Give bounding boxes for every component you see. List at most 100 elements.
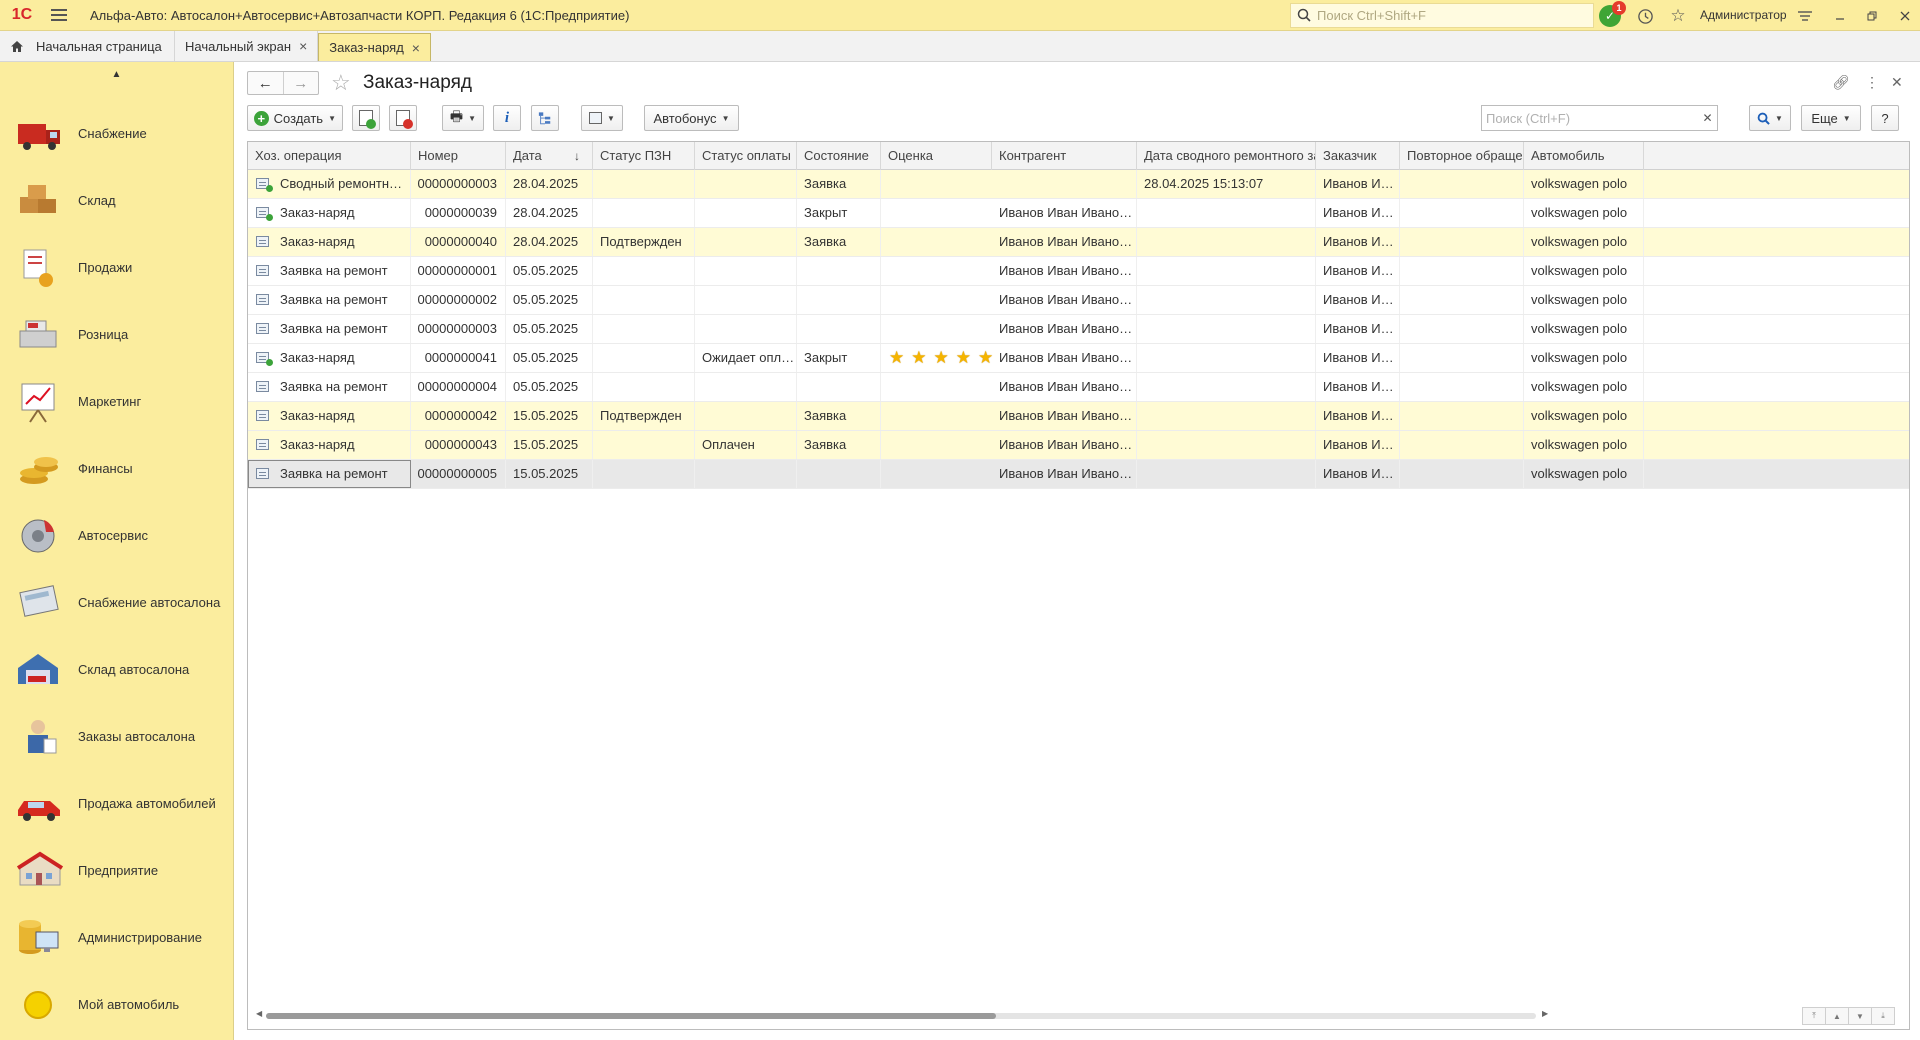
- back-arrow-icon[interactable]: ←: [248, 72, 283, 94]
- favorites-icon[interactable]: ☆: [1666, 4, 1690, 28]
- column-header[interactable]: Состояние: [797, 142, 881, 170]
- rating-stars[interactable]: [881, 170, 992, 198]
- help-button[interactable]: ?: [1871, 105, 1899, 131]
- table-row[interactable]: Заказ-наряд 0000000042 15.05.2025 Подтвержд…: [248, 402, 1909, 431]
- column-header[interactable]: Статус ПЗН: [593, 142, 695, 170]
- column-header[interactable]: Повторное обращение: [1400, 142, 1524, 170]
- scrollbar-thumb[interactable]: [266, 1013, 996, 1019]
- page-down-icon[interactable]: ▼: [1848, 1007, 1872, 1025]
- column-header[interactable]: Автомобиль: [1524, 142, 1644, 170]
- close-form-icon[interactable]: ✕: [1891, 74, 1903, 91]
- cell-pzn: [593, 286, 695, 314]
- sidebar-item[interactable]: Администрирование: [0, 904, 234, 971]
- sidebar-item[interactable]: Мой автомобиль: [0, 971, 234, 1038]
- close-window-icon[interactable]: [1893, 4, 1917, 28]
- cell-pzn: [593, 431, 695, 459]
- structure-button[interactable]: [531, 105, 559, 131]
- search-options-button[interactable]: ▼: [1749, 105, 1791, 131]
- sidebar-item[interactable]: Склад: [0, 167, 234, 234]
- tab-work-order[interactable]: Заказ-наряд ×: [318, 33, 431, 61]
- rating-stars[interactable]: ★ ★ ★ ★ ★: [881, 344, 993, 372]
- sidebar-item[interactable]: Автосервис: [0, 502, 234, 569]
- column-header[interactable]: Контрагент: [992, 142, 1137, 170]
- column-header[interactable]: Хоз. операция: [248, 142, 411, 170]
- table-row[interactable]: Заявка на ремонт 00000000002 05.05.2025 Ива…: [248, 286, 1909, 315]
- close-tab-icon[interactable]: ×: [412, 40, 420, 56]
- scroll-top-icon[interactable]: ⤒: [1802, 1007, 1826, 1025]
- create-based-on-button[interactable]: [352, 105, 380, 131]
- rating-stars[interactable]: [881, 257, 992, 285]
- close-tab-icon[interactable]: ×: [299, 38, 307, 54]
- list-search-input[interactable]: Поиск (Ctrl+F): [1481, 105, 1699, 131]
- rating-stars[interactable]: [881, 431, 992, 459]
- sidebar-item[interactable]: Заказы автосалона: [0, 703, 234, 770]
- main-menu-icon[interactable]: [44, 0, 74, 31]
- restore-icon[interactable]: [1860, 4, 1884, 28]
- print-button[interactable]: 🖶︎ ▼: [442, 105, 484, 131]
- table-row[interactable]: Сводный ремонтный заказ 00000000003 28.04.…: [248, 170, 1909, 199]
- scroll-left-icon[interactable]: ◀: [256, 1009, 262, 1018]
- rating-stars[interactable]: [881, 228, 992, 256]
- table-row[interactable]: Заявка на ремонт 00000000001 05.05.2025 Ива…: [248, 257, 1909, 286]
- star-icon[interactable]: ★: [889, 348, 904, 368]
- tab-home-page[interactable]: Начальная страница: [0, 31, 175, 61]
- star-icon[interactable]: ★: [978, 348, 993, 368]
- star-icon[interactable]: ★: [956, 348, 971, 368]
- sidebar-item[interactable]: Предприятие: [0, 837, 234, 904]
- tab-start-screen[interactable]: Начальный экран ×: [175, 31, 319, 61]
- table-row[interactable]: Заявка на ремонт 00000000003 05.05.2025 Ива…: [248, 315, 1909, 344]
- sidebar-item-label: Мой автомобиль: [78, 997, 180, 1012]
- column-header[interactable]: Дата сводного ремонтного заказа: [1137, 142, 1316, 170]
- table-row[interactable]: Заказ-наряд 0000000040 28.04.2025 Подтвержд…: [248, 228, 1909, 257]
- sidebar-item[interactable]: Продажа автомобилей: [0, 770, 234, 837]
- sidebar-item[interactable]: Склад автосалона: [0, 636, 234, 703]
- more-vertical-icon[interactable]: ⋮: [1865, 74, 1879, 91]
- table-row[interactable]: Заявка на ремонт 00000000005 15.05.2025 Ива…: [248, 460, 1909, 489]
- create-button[interactable]: + Создать ▼: [247, 105, 343, 131]
- table-row[interactable]: Заказ-наряд 0000000041 05.05.2025 Ожидает о…: [248, 344, 1909, 373]
- column-header[interactable]: Дата ↓: [506, 142, 593, 170]
- sidebar-item[interactable]: Розница: [0, 301, 234, 368]
- delete-mark-button[interactable]: [389, 105, 417, 131]
- info-button[interactable]: i: [493, 105, 521, 131]
- sidebar-item[interactable]: Продажи: [0, 234, 234, 301]
- scroll-up-icon[interactable]: ▲: [0, 62, 233, 87]
- table-row[interactable]: Заявка на ремонт 00000000004 05.05.2025 Ива…: [248, 373, 1909, 402]
- horizontal-scrollbar[interactable]: ◀ ▶: [256, 1009, 1556, 1021]
- settings-icon[interactable]: [1793, 4, 1817, 28]
- table-row[interactable]: Заказ-наряд 0000000043 15.05.2025 Оплачен За…: [248, 431, 1909, 460]
- scroll-right-icon[interactable]: ▶: [1542, 1009, 1548, 1018]
- sidebar-item[interactable]: Снабжение автосалона: [0, 569, 234, 636]
- more-button[interactable]: Еще ▼: [1801, 105, 1861, 131]
- rating-stars[interactable]: [881, 199, 992, 227]
- rating-stars[interactable]: [881, 315, 992, 343]
- sidebar-item[interactable]: Снабжение: [0, 100, 234, 167]
- cell-text: 15.05.2025: [513, 408, 579, 423]
- link-icon[interactable]: 🔗︎: [1832, 74, 1850, 91]
- reports-button[interactable]: ▼: [581, 105, 623, 131]
- column-header[interactable]: Оценка: [881, 142, 992, 170]
- page-up-icon[interactable]: ▲: [1825, 1007, 1849, 1025]
- user-name[interactable]: Администратор: [1700, 8, 1787, 22]
- table-row[interactable]: Заказ-наряд 0000000039 28.04.2025 Закрыт Ива…: [248, 199, 1909, 228]
- sidebar-item[interactable]: Маркетинг: [0, 368, 234, 435]
- notifications-icon[interactable]: ✓ 1: [1598, 1, 1626, 28]
- scroll-bottom-icon[interactable]: ⤓: [1871, 1007, 1895, 1025]
- rating-stars[interactable]: [881, 402, 992, 430]
- global-search-input[interactable]: Поиск Ctrl+Shift+F: [1290, 3, 1594, 28]
- sidebar-item[interactable]: Финансы: [0, 435, 234, 502]
- forward-arrow-icon[interactable]: →: [282, 72, 319, 94]
- rating-stars[interactable]: [881, 373, 992, 401]
- autobonus-button[interactable]: Автобонус ▼: [644, 105, 739, 131]
- clear-search-icon[interactable]: ✕: [1698, 105, 1718, 131]
- favorite-star-icon[interactable]: ☆: [331, 71, 351, 95]
- history-icon[interactable]: [1633, 4, 1657, 28]
- star-icon[interactable]: ★: [911, 348, 926, 368]
- rating-stars[interactable]: [881, 286, 992, 314]
- column-header[interactable]: Номер: [411, 142, 506, 170]
- column-header[interactable]: Заказчик: [1316, 142, 1400, 170]
- column-header[interactable]: Статус оплаты: [695, 142, 797, 170]
- rating-stars[interactable]: [881, 460, 992, 488]
- star-icon[interactable]: ★: [934, 348, 949, 368]
- minimize-icon[interactable]: [1828, 4, 1852, 28]
